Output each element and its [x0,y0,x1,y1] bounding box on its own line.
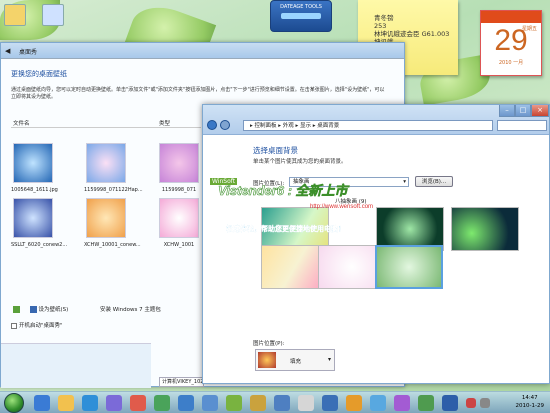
file-name: XCHW_1001 [163,242,195,248]
app-icon[interactable] [442,395,458,411]
column-type[interactable]: 类型 [159,119,170,127]
title-bar[interactable]: 桌面秀 ◀ [1,43,404,59]
autostart-option[interactable]: 开机启动"桌面秀" [11,321,63,329]
wallpaper-thumbnail[interactable] [451,207,519,251]
app-icon[interactable] [346,395,362,411]
maximize-button[interactable]: □ [515,105,531,117]
promo-url[interactable]: http://www.wensoft.com [310,204,373,210]
file-name: 1005648_1611.jpg [11,187,58,193]
desktop-folder-icon[interactable] [4,4,26,26]
autostart-label: 开机启动"桌面秀" [19,323,63,329]
app-icon[interactable] [298,395,314,411]
forward-button[interactable] [220,120,230,130]
tray-icon[interactable] [466,398,476,408]
install-theme-link[interactable]: 安装 Windows 7 主题包 [100,307,161,313]
promo-slogan: 极速体验，帮助您更便捷地使用电脑！ [226,225,345,233]
file-name: XCHW_10001_conew... [84,242,141,248]
app-icon[interactable] [322,395,338,411]
dateage-gadget[interactable]: DATEAGE TOOLS [270,0,332,32]
file-thumbnail[interactable]: SSLLT_6020_conew2... [11,198,67,248]
app-icon[interactable] [250,395,266,411]
volume-icon[interactable] [480,398,490,408]
wallpaper-actions: 设为壁纸(S) 安装 Windows 7 主题包 [13,305,161,313]
address-bar[interactable]: ▸ 控制面板 ▸ 外观 ▸ 显示 ▸ 桌面背景 [243,120,493,131]
file-thumbnail[interactable]: 1159998_071 [157,143,201,193]
app-icon[interactable] [178,395,194,411]
file-name: 1159998_071122Hap... [84,187,143,193]
file-thumbnail[interactable]: 1005648_1611.jpg [11,143,58,193]
chevron-down-icon: ▾ [327,356,331,363]
browse-button[interactable]: 浏览(B)... [415,176,453,187]
app-icon[interactable] [202,395,218,411]
thumbnail-row: 1005648_1611.jpg 1159998_071122Hap... 11… [11,143,201,193]
add-icon[interactable] [13,306,20,313]
app-icon[interactable] [418,395,434,411]
start-button[interactable] [4,393,24,413]
app-icon[interactable] [226,395,242,411]
app-icon[interactable] [130,395,146,411]
desktop-background-window[interactable]: – □ × ▸ 控制面板 ▸ 外观 ▸ 显示 ▸ 桌面背景 选择桌面背景 单击某… [202,104,550,384]
note-line: 253 [374,22,387,30]
note-line: 青冬镑 [374,14,394,22]
monitor-icon [29,306,37,313]
app-icon[interactable] [274,395,290,411]
calendar-header [481,11,541,23]
status-area [1,343,151,388]
clock-time: 14:47 [521,395,538,401]
title-bar[interactable]: – □ × ▸ 控制面板 ▸ 外观 ▸ 显示 ▸ 桌面背景 [203,105,549,135]
file-name: 1159998_071 [161,187,197,193]
wallpaper-thumbnail-selected[interactable] [375,245,443,289]
promo-title: Vistender6 : 全新上市 [218,183,348,199]
explorer-icon[interactable] [58,395,74,411]
back-arrow-icon[interactable]: ◀ [5,47,10,55]
file-thumbnail[interactable]: XCHW_1001 [157,198,201,248]
set-wallpaper-link[interactable]: 设为壁纸(S) [39,307,69,313]
app-icon[interactable] [394,395,410,411]
app-icon[interactable] [106,395,122,411]
gadget-label: DATEAGE TOOLS [280,4,322,10]
column-filename[interactable]: 文件名 [13,119,30,127]
thumbnail-row: SSLLT_6020_conew2... XCHW_10001_conew...… [11,198,201,248]
file-name: SSLLT_6020_conew2... [11,242,68,248]
position-label: 图片位置(P): [253,341,285,347]
autostart-checkbox[interactable] [11,322,17,329]
position-value: 填充 [290,359,302,365]
gadget-meter [281,13,321,19]
note-line: 林坤讥蛾迹会臣 G61.003 [374,30,450,38]
page-title: 选择桌面背景 [253,146,298,155]
file-thumbnail[interactable]: 1159998_071122Hap... [84,143,143,193]
file-list-header: 文件名 类型 [11,118,201,128]
chevron-down-icon: ▾ [403,179,406,185]
calendar-weekday: 星期五 [521,26,537,32]
calendar-year-month: 2010 一月 [498,60,524,66]
app-icon[interactable] [370,395,386,411]
position-select[interactable]: 填充 ▾ [255,349,335,371]
desktop-app-icon[interactable] [42,4,64,26]
clock-date: 2010-1-29 [515,403,544,409]
calendar-gadget[interactable]: 星期五 29 2010 一月 [480,10,542,76]
minimize-button[interactable]: – [499,105,515,117]
wizard-description: 通过桌面壁纸向导，您可以定时自动更换壁纸。单击"添加文件"或"添加文件夹"按钮添… [11,87,385,100]
ie-icon[interactable] [34,395,50,411]
app-icon[interactable] [154,395,170,411]
page-subtitle: 单击某个图片使其成为您的桌面背景。 [253,159,347,165]
system-clock[interactable]: 14:47 2010-1-29 [516,394,544,410]
search-input[interactable] [497,120,547,131]
ime-box[interactable]: 计算机VIKEY_1025 [159,377,204,387]
file-thumbnail[interactable]: XCHW_10001_conew... [84,198,141,248]
wizard-subtitle: 更换您的桌面壁纸 [11,70,67,78]
taskbar: 14:47 2010-1-29 [0,391,550,413]
back-button[interactable] [207,120,217,130]
window-title: 桌面秀 [19,49,38,56]
fill-preview-icon [258,352,276,368]
close-button[interactable]: × [531,105,549,117]
media-player-icon[interactable] [82,395,98,411]
